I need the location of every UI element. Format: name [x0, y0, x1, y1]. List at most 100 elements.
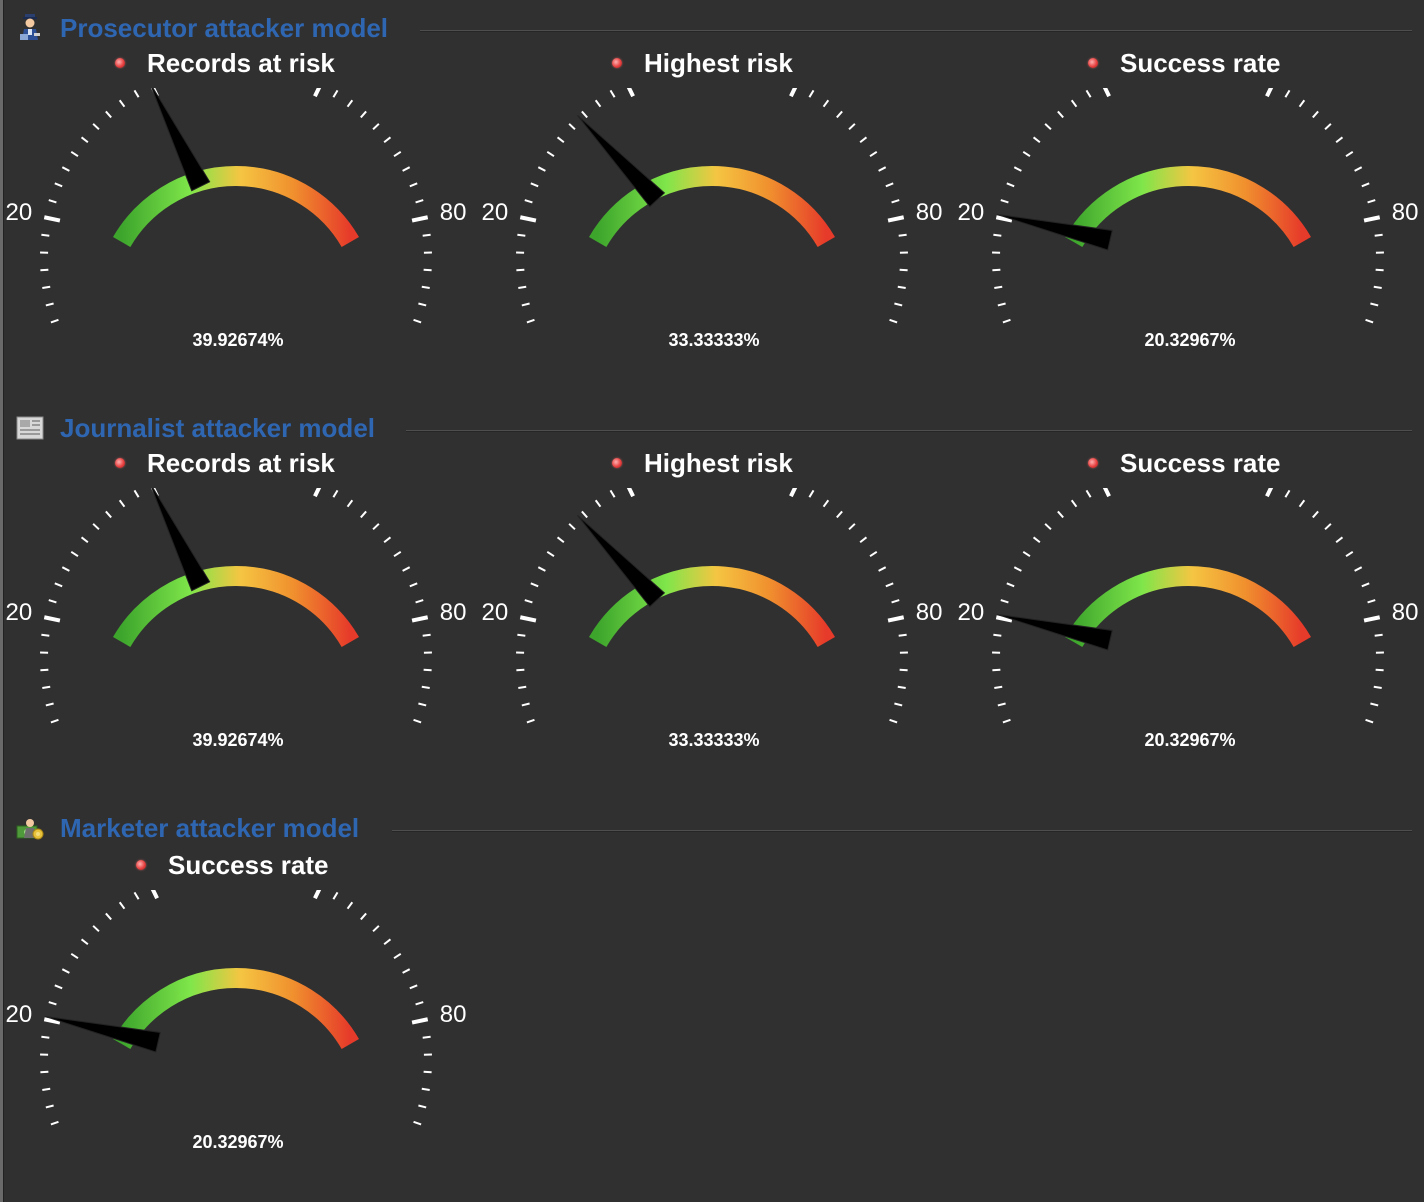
gauge-value: 20.32967% [192, 1132, 284, 1152]
minor-tick [546, 150, 555, 157]
minor-tick [423, 268, 432, 272]
minor-tick [402, 566, 411, 572]
minor-tick [383, 136, 392, 144]
gauge-value: 33.33333% [668, 730, 760, 750]
legend-dot-icon [115, 58, 125, 68]
minor-tick [1002, 318, 1011, 324]
legend-dot-icon [612, 458, 622, 468]
minor-tick [822, 499, 830, 508]
minor-tick [546, 550, 555, 557]
major-tick [1102, 488, 1111, 498]
minor-tick [61, 566, 70, 572]
section-divider [392, 830, 1412, 832]
tick-label: 20 [5, 199, 32, 226]
minor-tick [1002, 718, 1011, 724]
minor-tick [1022, 150, 1031, 157]
minor-tick [848, 123, 856, 131]
minor-tick [1032, 136, 1041, 144]
gauge-success-rate: Success rate 020406080100 20.32967% [952, 408, 1424, 768]
minor-tick [516, 668, 525, 672]
minor-tick [48, 1001, 57, 1006]
minor-tick [1085, 489, 1092, 498]
major-tick [411, 1017, 429, 1025]
minor-tick [415, 1001, 424, 1006]
minor-tick [1312, 510, 1319, 519]
minor-tick [1324, 523, 1332, 531]
minor-tick [568, 123, 576, 131]
minor-tick [45, 302, 54, 307]
minor-tick [1361, 582, 1370, 588]
gauge-success-rate: Success rate 020406080100 20.32967% [952, 8, 1424, 368]
minor-tick [80, 938, 89, 946]
minor-tick [556, 136, 565, 144]
gauge-title: Success rate [1088, 46, 1280, 80]
minor-tick [899, 268, 908, 272]
gauge-highest-risk: Highest risk 020406080100 33.33333% [476, 8, 952, 368]
minor-tick [421, 685, 430, 689]
minor-tick [402, 166, 411, 172]
gauge-label: Success rate [168, 849, 329, 880]
minor-tick [1370, 702, 1379, 707]
minor-tick [421, 1087, 430, 1091]
minor-tick [1375, 668, 1384, 672]
gauge-title: Records at risk [115, 446, 335, 480]
minor-tick [836, 110, 843, 119]
minor-tick [609, 89, 616, 98]
section-prosecutor: Prosecutor attacker model Records at ris… [0, 8, 1424, 408]
minor-tick [822, 99, 830, 108]
minor-tick [383, 938, 392, 946]
minor-tick [524, 599, 533, 604]
gauge-needle [577, 515, 666, 608]
minor-tick [41, 1035, 50, 1039]
minor-tick [92, 123, 100, 131]
minor-tick [885, 182, 894, 188]
minor-tick [346, 99, 354, 108]
minor-tick [133, 891, 140, 900]
gauge-ticks [40, 488, 432, 724]
minor-tick [61, 968, 70, 974]
major-tick [313, 890, 322, 900]
gauge-ticks [992, 88, 1384, 324]
minor-tick [402, 968, 411, 974]
minor-tick [1284, 489, 1291, 498]
major-tick [1363, 615, 1381, 623]
gauge-title: Highest risk [612, 46, 793, 80]
minor-tick [1375, 268, 1384, 272]
minor-tick [409, 984, 418, 990]
minor-tick [516, 268, 525, 272]
minor-tick [609, 489, 616, 498]
risk-analysis-panel: Prosecutor attacker model Records at ris… [0, 0, 1424, 1202]
minor-tick [808, 489, 815, 498]
minor-tick [1367, 199, 1376, 204]
minor-tick [898, 233, 907, 237]
minor-tick [413, 718, 422, 724]
tick-label: 20 [481, 199, 508, 226]
minor-tick [1354, 166, 1363, 172]
gauge-dial: 020406080100 [957, 488, 1419, 724]
legend-dot-icon [136, 860, 146, 870]
tick-label: 80 [916, 599, 943, 626]
minor-tick [118, 499, 126, 508]
minor-tick [594, 499, 602, 508]
gauge-value: 20.32967% [1144, 330, 1236, 350]
major-tick [150, 890, 159, 900]
gauge-dial: 020406080100 [481, 88, 943, 324]
minor-tick [521, 702, 530, 707]
minor-tick [848, 523, 856, 531]
minor-tick [1000, 599, 1009, 604]
minor-tick [556, 536, 565, 544]
minor-tick [92, 523, 100, 531]
minor-tick [50, 718, 59, 724]
minor-tick [54, 582, 63, 588]
minor-tick [898, 633, 907, 637]
minor-tick [530, 182, 539, 188]
minor-tick [1335, 536, 1344, 544]
major-tick [626, 488, 635, 498]
minor-tick [422, 1035, 431, 1039]
minor-tick [1324, 123, 1332, 131]
minor-tick [92, 925, 100, 933]
minor-tick [581, 510, 588, 519]
gauge-dial: 020406080100 [5, 890, 467, 1126]
minor-tick [48, 599, 57, 604]
minor-tick [1370, 302, 1379, 307]
